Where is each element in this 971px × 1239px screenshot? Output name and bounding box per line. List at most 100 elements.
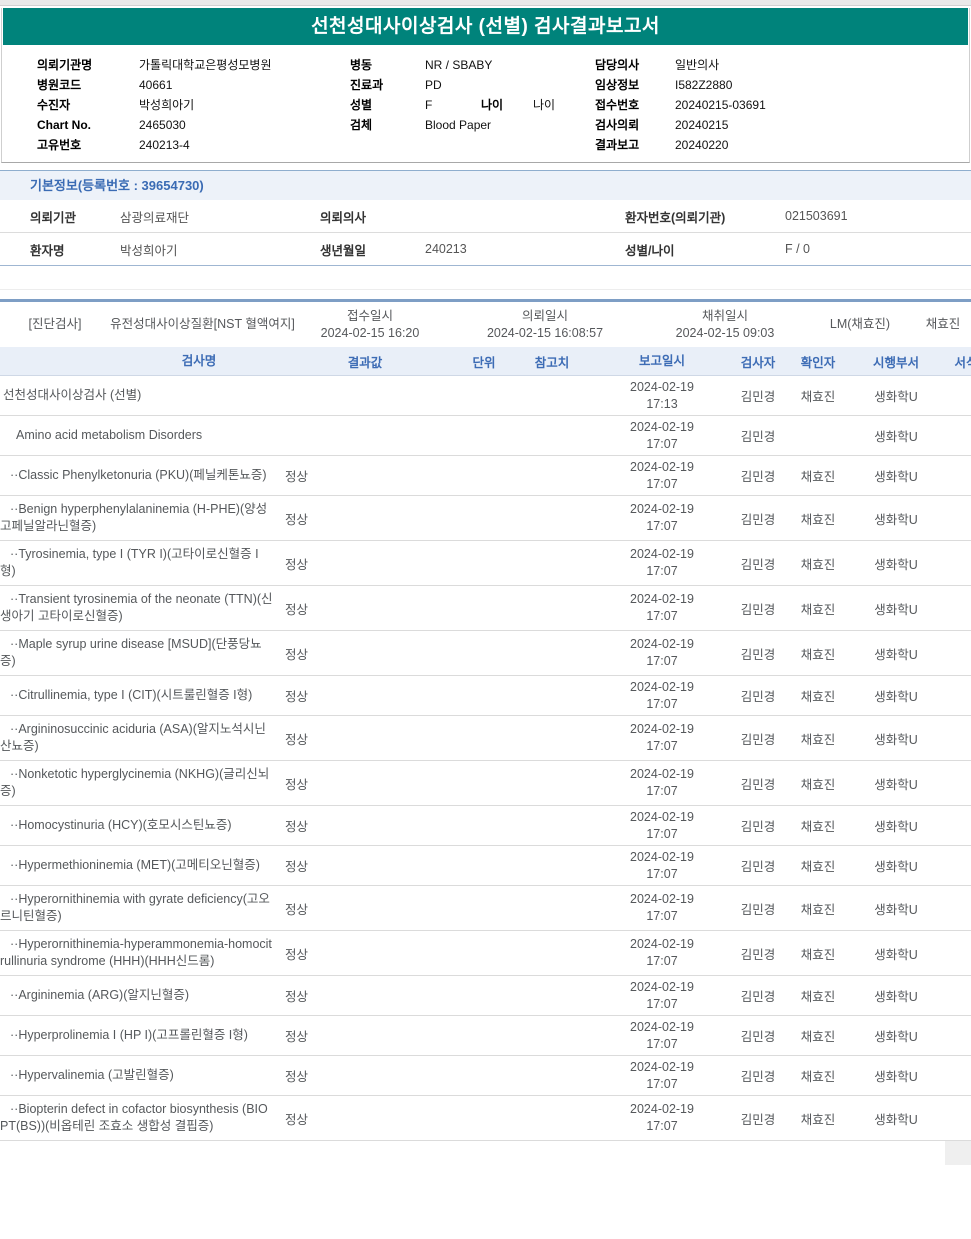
table-row[interactable]: 선천성대사이상검사 (선별) 2024-02-19 17:13 김민경 채효진 생화학U: [0, 376, 971, 416]
tester-cell: 김민경: [740, 512, 776, 527]
report-date: 2024-02-19: [630, 892, 694, 906]
basic-info-table: 의뢰기관 삼광의료재단 의뢰의사 환자번호(의뢰기관) 021503691 환자명 박성희아…: [0, 200, 971, 266]
scrollbar-corner[interactable]: [945, 1141, 971, 1165]
col-header-confirmer: 확인자: [800, 355, 836, 370]
report-time: 17:07: [646, 954, 678, 968]
table-row[interactable]: ··Hyperornithinemia with gyrate deficien…: [0, 886, 971, 931]
result-cell: 정상: [285, 860, 309, 874]
receipt-datetime: 접수일시 2024-02-15 16:20: [295, 308, 445, 342]
tester-cell: 김민경: [740, 732, 776, 747]
info-value: 20240215-03691: [675, 98, 766, 112]
department-cell: 생화학U: [874, 647, 918, 662]
report-date-cell: 2024-02-19 17:07: [588, 1059, 736, 1093]
info-value: 20240220: [675, 138, 729, 152]
tester-cell: 김민경: [740, 777, 776, 792]
report-date: 2024-02-19: [630, 979, 694, 994]
table-row[interactable]: ··Classic Phenylketonuria (PKU)(페닐케톤뇨증) 정…: [0, 456, 971, 496]
department-cell: 생화학U: [874, 820, 918, 834]
table-row[interactable]: ··Hypervalinemia (고발린혈증) 정상 2024-02-19 17:0…: [0, 1056, 971, 1096]
diagnosis-tag: [진단검사]: [28, 317, 82, 331]
info-row: 검체 Blood Paper: [350, 116, 555, 135]
confirmer-cell: 채효진: [800, 602, 836, 617]
request-label: 의뢰일시: [521, 308, 568, 323]
info-value: PD: [425, 78, 442, 92]
table-row[interactable]: ··Hypermethioninemia (MET)(고메티오닌혈증) 정상 202…: [0, 846, 971, 886]
test-name-cell: ··Biopterin defect in cofactor biosynthe…: [0, 1102, 268, 1133]
confirmer-cell: 채효진: [800, 902, 836, 917]
report-date: 2024-02-19: [630, 849, 694, 864]
table-row[interactable]: ··Homocystinuria (HCY)(호모시스틴뇨증) 정상 2024-02…: [0, 806, 971, 846]
receipt-label: 접수일시: [346, 308, 393, 323]
test-name-cell: ··Classic Phenylketonuria (PKU)(페닐케톤뇨증): [10, 468, 267, 482]
info-label: 의뢰기관명: [37, 58, 93, 72]
table-row[interactable]: ··Hyperornithinemia-hyperammonemia-homoc…: [0, 931, 971, 976]
department-cell: 생화학U: [874, 777, 918, 792]
table-row[interactable]: ··Maple syrup urine disease [MSUD](단풍당뇨증…: [0, 631, 971, 676]
test-name-cell: ··Maple syrup urine disease [MSUD](단풍당뇨증…: [0, 637, 262, 668]
collection-datetime: 채취일시 2024-02-15 09:03: [645, 308, 805, 342]
confirmer-cell: 채효진: [800, 1030, 836, 1044]
test-name-cell: ··Hypervalinemia (고발린혈증): [10, 1068, 174, 1082]
table-row[interactable]: ··Nonketotic hyperglycinemia (NKHG)(글리신뇌…: [0, 761, 971, 806]
confirmer-cell: 채효진: [800, 820, 836, 834]
result-cell: 정상: [285, 602, 309, 617]
result-cell: 정상: [285, 820, 309, 834]
report-date: 2024-02-19: [630, 1102, 694, 1116]
info-label: 고유번호: [37, 138, 82, 152]
report-date-cell: 2024-02-19 17:07: [588, 721, 736, 755]
col-header-test-name: 검사명: [181, 353, 217, 368]
result-cell: 정상: [285, 1030, 309, 1044]
report-date-cell: 2024-02-19 17:07: [588, 936, 736, 970]
table-row[interactable]: ··Tyrosinemia, type I (TYR I)(고타이로신혈증 I형…: [0, 541, 971, 586]
col-header-report-date: 보고일시: [638, 353, 685, 368]
info-label: 병동: [350, 58, 373, 72]
confirmer-cell: 채효진: [800, 512, 836, 527]
confirmer-cell: 채효진: [800, 947, 836, 962]
report-date: 2024-02-19: [630, 1019, 694, 1034]
table-row[interactable]: ··Argininosuccinic aciduria (ASA)(알지노석시닌…: [0, 716, 971, 761]
result-cell: 정상: [285, 690, 309, 704]
report-date: 2024-02-19: [630, 679, 694, 694]
collection-label: 채취일시: [701, 308, 748, 323]
basic-info-value: 240213: [425, 242, 467, 256]
table-row[interactable]: ··Biopterin defect in cofactor biosynthe…: [0, 1096, 971, 1141]
col-header-unit: 단위: [472, 355, 496, 370]
tester-cell: 김민경: [740, 602, 776, 617]
tester-cell: 김민경: [740, 1112, 776, 1127]
requester-info-panel: 의뢰기관명 가톨릭대학교은평성모병원 병원코드 40661 수진자 박성희아기 Chart …: [3, 45, 968, 162]
report-date-cell: 2024-02-19 17:13: [588, 379, 736, 413]
test-name-cell: ··Argininemia (ARG)(알지닌혈증): [10, 988, 190, 1002]
col-header-form: 서식: [954, 355, 971, 370]
info-label: 진료과: [350, 78, 384, 92]
test-name-cell: ··Hyperprolinemia I (HP I)(고프롤린혈증 I형): [10, 1028, 248, 1042]
confirmer-cell: 채효진: [800, 647, 836, 662]
report-date-cell: 2024-02-19 17:07: [588, 636, 736, 670]
confirmer-cell: 채효진: [800, 732, 836, 747]
result-cell: 정상: [285, 732, 309, 747]
info-row: 임상정보 I582Z2880: [595, 76, 766, 95]
tester-cell: 김민경: [740, 390, 776, 404]
requester-info-col1: 의뢰기관명 가톨릭대학교은평성모병원 병원코드 40661 수진자 박성희아기 Chart …: [37, 56, 271, 156]
table-row[interactable]: ··Transient tyrosinemia of the neonate (…: [0, 586, 971, 631]
table-row[interactable]: Amino acid metabolism Disorders 2024-02-1…: [0, 416, 971, 456]
tester-cell: 김민경: [740, 470, 776, 484]
info-label: 결과보고: [595, 138, 640, 152]
table-row[interactable]: ··Citrullinemia, type I (CIT)(시트룰린혈증 I형)…: [0, 676, 971, 716]
test-name-cell: ··Tyrosinemia, type I (TYR I)(고타이로신혈증 I형…: [0, 547, 259, 578]
table-row[interactable]: ··Hyperprolinemia I (HP I)(고프롤린혈증 I형) 정상 2…: [0, 1016, 971, 1056]
report-time: 17:07: [646, 826, 678, 841]
info-value: NR / SBABY: [425, 58, 493, 72]
report-time: 17:07: [646, 696, 678, 711]
result-cell: 정상: [285, 1112, 309, 1127]
result-cell: 정상: [285, 647, 309, 662]
report-time: 17:07: [646, 476, 678, 491]
requester-info-col2: 병동 NR / SBABY 진료과 PD 성별 F 나이 나이 검체 Blood Paper: [350, 56, 555, 136]
table-row[interactable]: ··Argininemia (ARG)(알지닌혈증) 정상 2024-02-19 17…: [0, 976, 971, 1016]
table-row[interactable]: ··Benign hyperphenylalaninemia (H-PHE)(양…: [0, 496, 971, 541]
info-label: 병원코드: [37, 78, 82, 92]
department-cell: 생화학U: [874, 1112, 918, 1127]
tester-cell: 김민경: [740, 902, 776, 917]
report-time: 17:07: [646, 1076, 678, 1091]
basic-info-label: 환자명: [30, 243, 65, 258]
test-name-cell: ··Hyperornithinemia with gyrate deficien…: [0, 892, 270, 923]
